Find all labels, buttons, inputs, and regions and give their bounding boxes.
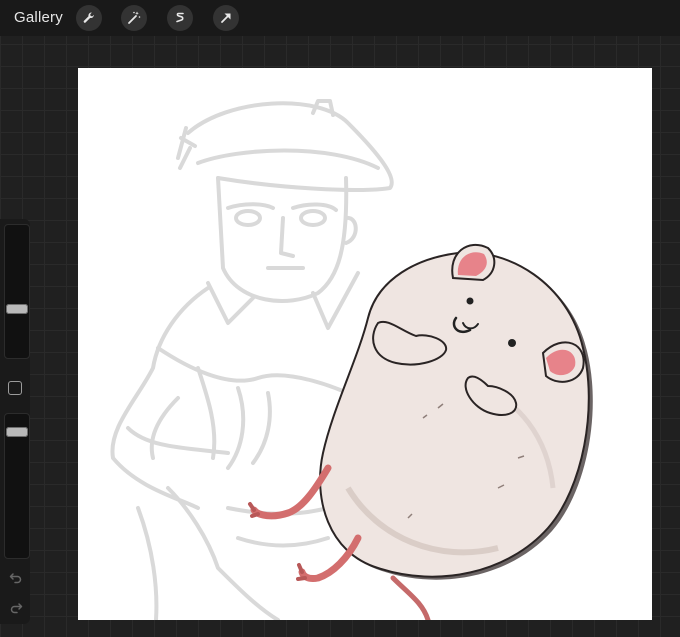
magic-wand-icon — [128, 11, 141, 24]
opacity-slider[interactable] — [4, 413, 30, 559]
top-toolbar: Gallery — [0, 0, 680, 36]
left-sidebar — [0, 219, 30, 624]
transform-button[interactable] — [213, 5, 239, 31]
opacity-thumb[interactable] — [6, 427, 28, 437]
actions-button[interactable] — [76, 5, 102, 31]
undo-arrow-icon — [9, 573, 22, 584]
modify-button[interactable] — [8, 381, 22, 395]
procreate-app: Gallery — [0, 0, 680, 637]
hamster-illustration — [248, 243, 593, 620]
redo-arrow-icon — [10, 603, 23, 614]
artwork — [110, 99, 593, 620]
drawing-canvas[interactable] — [78, 68, 652, 620]
selection-button[interactable] — [167, 5, 193, 31]
brush-size-thumb[interactable] — [6, 304, 28, 314]
adjustments-button[interactable] — [121, 5, 147, 31]
brush-size-slider[interactable] — [4, 224, 30, 359]
selection-s-icon — [176, 12, 184, 23]
wrench-icon — [83, 12, 94, 23]
arrow-cursor-icon — [221, 13, 231, 23]
gallery-button[interactable]: Gallery — [14, 9, 63, 26]
undo-button[interactable] — [7, 568, 25, 586]
redo-button[interactable] — [7, 598, 25, 616]
